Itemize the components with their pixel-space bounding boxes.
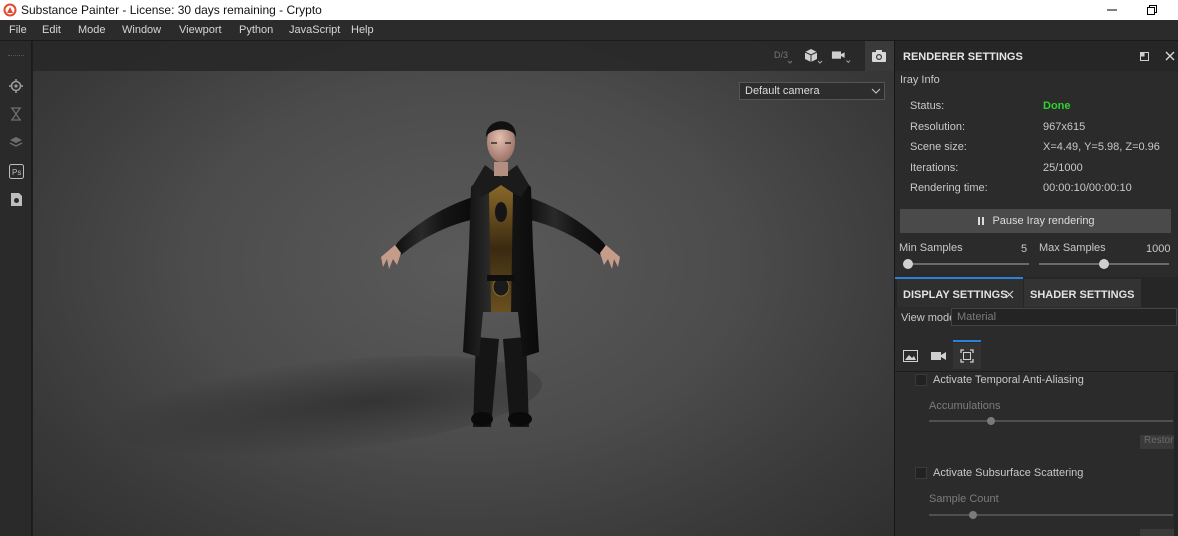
view-mode-select[interactable]: Material (951, 308, 1177, 326)
scene-size-label: Scene size: (910, 141, 967, 153)
close-icon[interactable] (1165, 51, 1175, 61)
sample-count-label: Sample Count (929, 493, 999, 505)
tab-shader-settings[interactable]: SHADER SETTINGS (1024, 279, 1141, 307)
menu-bar: File Edit Mode Window Viewport Python Ja… (0, 20, 1178, 41)
3d-character-model[interactable] (373, 107, 628, 427)
pause-iray-label: Pause Iray rendering (992, 215, 1095, 227)
restore-window-button[interactable] (1132, 0, 1172, 20)
menu-file[interactable]: File (9, 24, 27, 36)
svg-text:Ps: Ps (12, 168, 21, 177)
subtab-post-effects[interactable] (953, 343, 981, 369)
tab-display-settings[interactable]: DISPLAY SETTINGS (897, 279, 1023, 307)
restore-label: Restore (1144, 435, 1178, 446)
photoshop-icon[interactable]: Ps (7, 162, 25, 180)
screenshot-camera-icon (872, 50, 886, 62)
rendering-time-value: 00:00:10/00:00:10 (1043, 182, 1132, 194)
document-icon[interactable] (7, 190, 25, 208)
active-subtab-indicator (953, 340, 981, 342)
taa-label: Activate Temporal Anti-Aliasing (933, 374, 1084, 386)
pause-icon (978, 217, 985, 225)
window-title: Substance Painter - License: 30 days rem… (21, 3, 322, 17)
camera-select[interactable]: Default camera (739, 82, 885, 100)
layers-icon[interactable] (7, 133, 25, 151)
accumulations-slider[interactable] (929, 416, 1173, 426)
minimize-icon (1107, 9, 1117, 11)
close-tab-icon[interactable] (1005, 290, 1014, 299)
sss-label: Activate Subsurface Scattering (933, 467, 1084, 479)
resolution-label: Resolution: (910, 121, 966, 133)
substance-logo-icon (3, 3, 17, 17)
view-mode-label: View mode (901, 312, 956, 324)
max-samples-slider[interactable] (1039, 259, 1169, 269)
panel-scrollbar[interactable] (1174, 373, 1178, 536)
subtab-image[interactable] (896, 343, 924, 369)
cube-icon[interactable] (803, 47, 823, 65)
tab-display-settings-label: DISPLAY SETTINGS (903, 289, 1008, 301)
taa-checkbox[interactable] (915, 374, 927, 386)
video-camera-icon (931, 352, 946, 360)
max-samples-value: 1000 (1146, 243, 1171, 255)
view-mode-placeholder: Material (957, 311, 997, 323)
svg-text:D/3: D/3 (774, 50, 788, 60)
minimize-button[interactable] (1092, 0, 1132, 20)
max-samples-slider-thumb[interactable] (1099, 259, 1109, 269)
menu-python[interactable]: Python (239, 24, 273, 36)
menu-mode[interactable]: Mode (78, 24, 106, 36)
substance-painter-window: Substance Painter - License: 30 days rem… (0, 0, 1178, 536)
image-icon (902, 350, 918, 362)
camera-select-value: Default camera (745, 85, 820, 97)
min-samples-slider-thumb[interactable] (903, 259, 913, 269)
menu-window[interactable]: Window (122, 24, 161, 36)
menu-edit[interactable]: Edit (42, 24, 61, 36)
accumulations-label: Accumulations (929, 400, 1001, 412)
split-view-icon[interactable]: D/3 (773, 47, 793, 65)
3d-viewport[interactable]: D/3 Default camera (33, 41, 894, 536)
sss-checkbox[interactable] (915, 467, 927, 479)
video-camera-icon[interactable] (831, 47, 851, 65)
status-value: Done (1043, 100, 1071, 112)
renderer-settings-header: RENDERER SETTINGS (895, 41, 1178, 71)
iterations-value: 25/1000 (1043, 162, 1083, 174)
restore-sample-count-button[interactable] (1140, 529, 1178, 536)
toolbar-grip[interactable] (8, 55, 24, 57)
right-panel: RENDERER SETTINGS Iray Info Status: Done… (894, 41, 1178, 536)
hourglass-icon[interactable] (7, 105, 25, 123)
title-bar: Substance Painter - License: 30 days rem… (0, 0, 1178, 20)
sample-count-slider-thumb[interactable] (969, 511, 977, 519)
rendering-time-label: Rendering time: (910, 182, 988, 194)
tab-shader-settings-label: SHADER SETTINGS (1030, 289, 1135, 301)
menu-help[interactable]: Help (351, 24, 374, 36)
settings-gear-icon[interactable] (7, 77, 25, 95)
min-samples-slider[interactable] (903, 259, 1029, 269)
iray-info-heading: Iray Info (900, 74, 940, 86)
min-samples-label: Min Samples (899, 242, 963, 254)
restore-accumulations-button[interactable]: Restore (1140, 435, 1178, 449)
restore-icon (1147, 5, 1157, 15)
accumulations-slider-thumb[interactable] (987, 417, 995, 425)
subtab-camera[interactable] (925, 343, 953, 369)
fullscreen-icon (960, 349, 974, 363)
min-samples-value: 5 (1021, 243, 1028, 255)
menu-javascript[interactable]: JavaScript (289, 24, 340, 36)
max-samples-label: Max Samples (1039, 242, 1106, 254)
left-toolbar: Ps (0, 41, 32, 536)
status-label: Status: (910, 100, 945, 112)
scene-size-value: X=4.49, Y=5.98, Z=0.96 (1043, 141, 1160, 153)
sample-count-slider[interactable] (929, 510, 1173, 520)
pause-iray-button[interactable]: Pause Iray rendering (900, 209, 1171, 233)
float-panel-icon[interactable] (1140, 52, 1149, 61)
screenshot-button[interactable] (865, 41, 894, 71)
viewport-toolbar: D/3 (33, 41, 894, 71)
section-divider (895, 371, 1178, 372)
chevron-down-icon (871, 88, 881, 94)
iterations-label: Iterations: (910, 162, 959, 174)
resolution-value: 967x615 (1043, 121, 1086, 133)
renderer-settings-title: RENDERER SETTINGS (903, 51, 1023, 63)
menu-viewport[interactable]: Viewport (179, 24, 222, 36)
